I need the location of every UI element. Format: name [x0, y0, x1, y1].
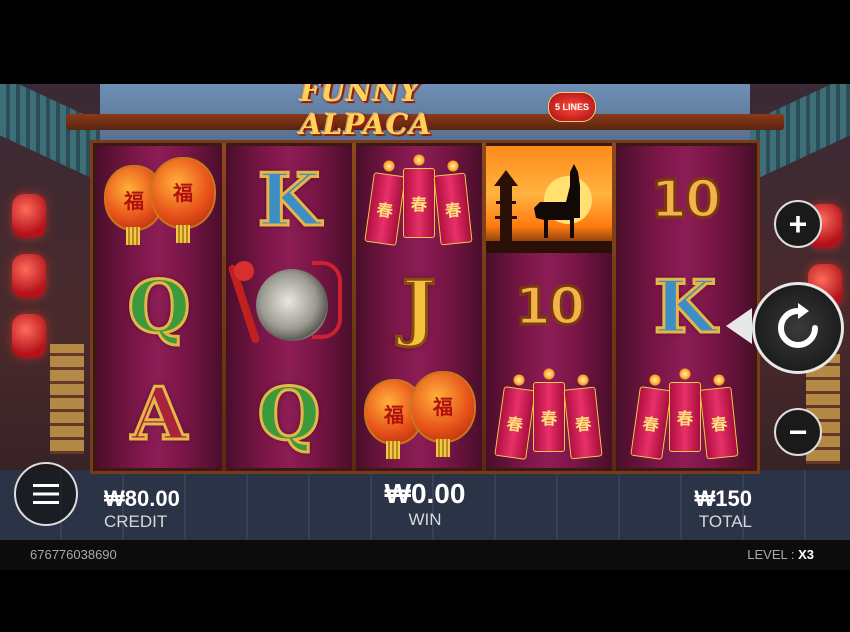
symbol-10: 10 — [616, 146, 754, 253]
minus-icon: − — [788, 413, 808, 450]
bet-increase-button[interactable]: + — [774, 200, 822, 248]
side-window — [50, 344, 84, 454]
letter-a: A — [130, 370, 189, 456]
symbol-alpaca — [486, 146, 612, 253]
bet-decrease-button[interactable]: − — [774, 408, 822, 456]
symbol-lanterns: 福 福 — [356, 360, 482, 467]
symbol-j: J — [356, 253, 482, 360]
number-10: 10 — [513, 275, 586, 338]
firecrackers-icon: 春 春 春 — [364, 152, 473, 248]
side-lantern — [12, 254, 46, 298]
letter-q: Q — [126, 263, 192, 349]
symbol-a: A — [96, 360, 222, 467]
credit-value: ₩80.00 — [104, 486, 180, 511]
total-label: TOTAL — [698, 512, 752, 531]
total-value: ₩150 — [694, 486, 752, 511]
win-display: ₩0.00 WIN — [360, 478, 490, 530]
credit-display: ₩80.00 CREDIT — [104, 486, 180, 532]
symbol-k: K — [226, 146, 352, 253]
symbol-gong — [226, 253, 352, 360]
menu-icon — [33, 484, 59, 504]
side-lantern — [12, 194, 46, 238]
symbol-lanterns: 福 福 — [96, 146, 222, 253]
symbol-firecrackers: 春 春 春 — [356, 146, 482, 253]
letter-k: K — [652, 263, 718, 349]
lanterns-icon: 福 福 — [360, 369, 478, 459]
total-bet-display: ₩150 TOTAL — [672, 486, 752, 532]
refresh-icon — [778, 303, 818, 348]
level-label: LEVEL : — [747, 547, 795, 562]
level-indicator: LEVEL : X3 — [747, 547, 814, 562]
number-10: 10 — [649, 168, 722, 231]
lanterns-icon: 福 福 — [100, 155, 218, 245]
menu-button[interactable] — [14, 462, 78, 526]
alpaca-icon — [486, 146, 612, 253]
reel-2: K Q — [226, 146, 352, 468]
win-label: WIN — [408, 510, 442, 529]
game-title: FUNNY ALPACA — [300, 84, 433, 141]
reel-5: 10 K 春 春 春 — [616, 146, 754, 468]
letter-k: K — [256, 156, 322, 242]
gong-icon — [227, 259, 344, 355]
letter-q: Q — [256, 370, 322, 456]
round-id: 676776038690 — [30, 547, 117, 562]
reel-1: 福 福 Q A — [96, 146, 222, 468]
side-lantern — [12, 314, 46, 358]
letter-j: J — [400, 263, 437, 349]
reel-4: 10 春 春 春 — [486, 146, 612, 468]
status-footer: 676776038690 LEVEL : X3 — [0, 540, 850, 570]
right-roof — [750, 84, 850, 182]
symbol-q: Q — [96, 253, 222, 360]
reel-3: 春 春 春 J 福 福 — [356, 146, 482, 468]
symbol-10: 10 — [486, 253, 612, 360]
left-roof — [0, 84, 100, 182]
level-value: X3 — [798, 547, 814, 562]
lines-badge: 5 LINES — [548, 92, 596, 122]
spin-button[interactable] — [752, 282, 844, 374]
reel-frame: 福 福 Q A K Q 春 春 春 J 福 福 10 春 春 春 10 K 春 … — [90, 140, 760, 474]
win-value: ₩0.00 — [384, 478, 466, 509]
symbol-q: Q — [226, 360, 352, 467]
firecrackers-icon: 春 春 春 — [630, 366, 739, 462]
credit-label: CREDIT — [104, 512, 168, 531]
symbol-firecrackers: 春 春 春 — [616, 360, 754, 467]
firecrackers-icon: 春 春 春 — [494, 366, 603, 462]
symbol-firecrackers: 春 春 春 — [486, 360, 612, 467]
plus-icon: + — [788, 205, 808, 242]
game-logo: FUNNY ALPACA — [300, 84, 550, 141]
spin-arrow-tab[interactable] — [726, 308, 752, 344]
